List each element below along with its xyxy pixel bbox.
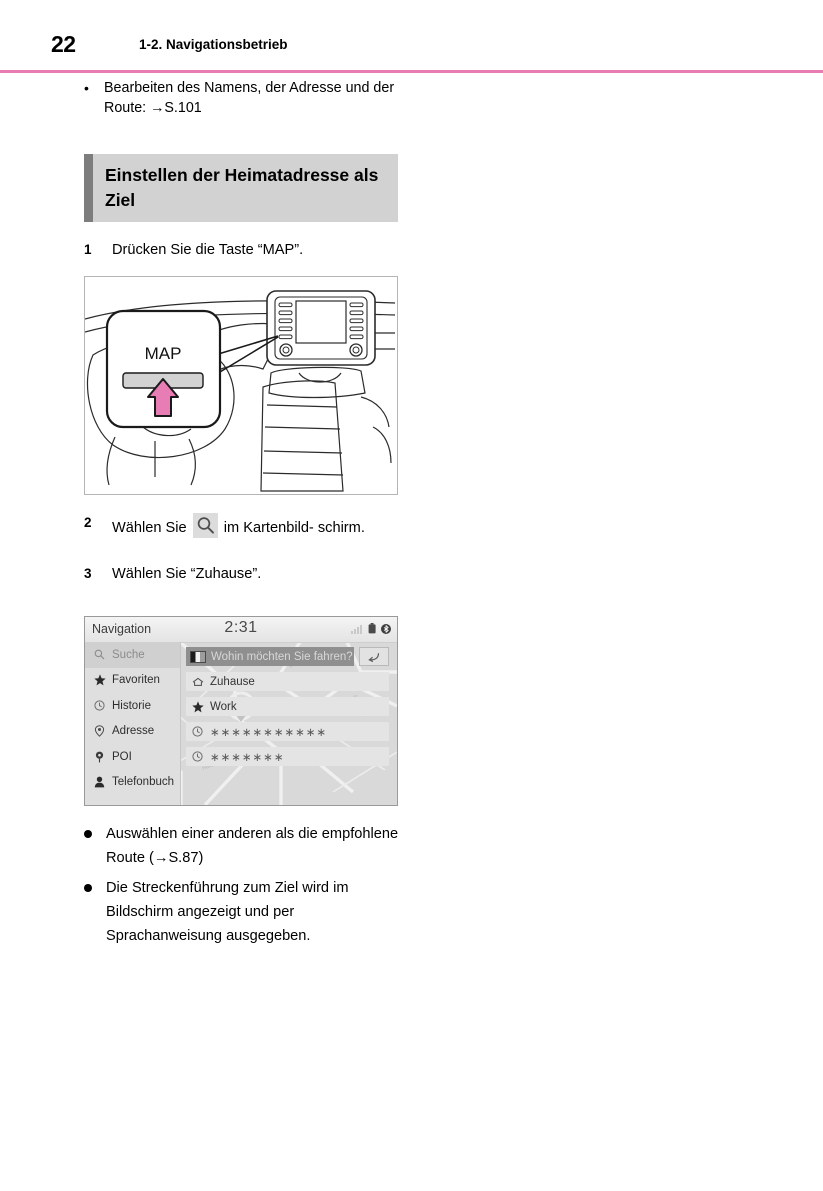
sidebar-item-suche[interactable]: Suche [85,642,180,668]
map-button-callout: MAP [105,309,222,429]
search-input[interactable]: Wohin möchten Sie fahren? [186,647,354,666]
bullet-marker: • [84,80,89,96]
section-accent-bar [84,154,93,222]
content-column: • Bearbeiten des Namens, der Adresse und… [84,78,414,948]
step-text-wrap: schirm. [317,520,365,536]
section-heading: Einstellen der Heimatadresse als Ziel [84,154,398,222]
bluetooth-icon [381,623,391,637]
sidebar-item-historie[interactable]: Historie [85,693,180,719]
sidebar-item-label: Favoriten [112,674,160,687]
list-item-label: Zuhause [210,675,255,688]
clock-icon [191,725,204,738]
step-3: 3 Wählen Sie “Zuhause”. [84,562,414,586]
list-item: Auswählen einer anderen als die empfohle… [84,822,414,870]
clock-icon [191,750,204,763]
list-item-label: Work [210,700,237,713]
sidebar-item-telefonbuch[interactable]: Telefonbuch [85,770,180,796]
step-text-trail: im Kartenbild- [223,520,314,536]
clock-icon [93,699,106,712]
poi-pin-icon [93,750,106,763]
battery-icon [368,623,376,637]
star-icon [93,674,106,687]
return-arrow-icon[interactable] [359,647,389,666]
bullet-marker [84,876,106,892]
bullet-marker [84,822,106,838]
navigation-screen-figure: Schlossstr. Bahnweg Amselweg Hauptstr. P… [84,616,398,806]
sidebar-item-label: POI [112,750,132,763]
list-item[interactable]: ∗∗∗∗∗∗∗∗∗∗∗ [186,722,389,741]
list-item-text: Bearbeiten des Namens, der Adresse und d… [104,80,395,116]
page-number: 22 [51,31,76,57]
sidebar-item-label: Suche [112,648,145,661]
step-2: 2 Wählen Sie im Kartenbild- schirm. [84,511,414,546]
list-item-label: ∗∗∗∗∗∗∗∗∗∗∗ [210,726,327,739]
closing-bullets: Auswählen einer anderen als die empfohle… [84,822,414,948]
step-text-lead: Wählen Sie [112,520,187,536]
signal-icon [351,624,363,637]
page-header: 22 1-2. Navigationsbetrieb [0,0,823,73]
svg-text:MAP: MAP [145,344,182,363]
list-item-label: ∗∗∗∗∗∗∗ [210,751,285,764]
sidebar-item-label: Historie [112,699,151,712]
sidebar-item-label: Telefonbuch [112,776,175,789]
list-item[interactable]: Work [186,697,389,716]
search-icon [93,648,106,661]
nav-sidebar: Suche Favoriten Historie Adresse POI Tel… [85,642,181,805]
list-item-text: Die Streckenführung zum Ziel wird im Bil… [106,880,349,944]
list-item: Die Streckenführung zum Ziel wird im Bil… [84,876,414,948]
list-item-text: Auswählen einer anderen als die empfohle… [106,826,399,866]
home-icon [191,675,204,688]
person-icon [93,776,106,789]
map-pin-icon [93,725,106,738]
step-text: Wählen Sie “Zuhause”. [112,566,262,582]
step-text: Drücken Sie die Taste “MAP”. [112,242,304,258]
list-item[interactable]: Zuhause [186,672,389,691]
nav-status-icons [351,623,391,637]
sidebar-item-adresse[interactable]: Adresse [85,719,180,745]
nav-results-list: Zuhause Work ∗∗∗∗∗∗∗∗∗∗∗ ∗∗∗∗∗∗∗ [186,672,389,772]
header-rule [0,70,823,73]
list-item: • Bearbeiten des Namens, der Adresse und… [84,78,414,118]
search-placeholder: Wohin möchten Sie fahren? [211,650,353,663]
step-1: 1 Drücken Sie die Taste “MAP”. [84,238,414,262]
dashboard-figure: MAP [84,276,398,495]
manual-page: { "header": { "page_number": "22", "chap… [0,0,823,1191]
sidebar-item-label: Adresse [112,725,155,738]
chapter-title: 1-2. Navigationsbetrieb [139,37,288,52]
keyboard-layout-icon [190,650,206,663]
head-unit [266,290,376,366]
dashboard-illustration: MAP [85,290,396,492]
sidebar-item-poi[interactable]: POI [85,744,180,770]
nav-search-row: Wohin möchten Sie fahren? [186,647,389,666]
list-item[interactable]: ∗∗∗∗∗∗∗ [186,747,389,766]
star-icon [191,700,204,713]
step-number: 2 [84,515,92,530]
search-icon [192,513,218,538]
section-heading-text: Einstellen der Heimatadresse als Ziel [105,165,379,210]
step-number: 1 [84,242,92,257]
sidebar-item-favoriten[interactable]: Favoriten [85,668,180,694]
step-number: 3 [84,566,92,581]
step-text: Wählen Sie im Kartenbild- schirm. [112,511,414,546]
